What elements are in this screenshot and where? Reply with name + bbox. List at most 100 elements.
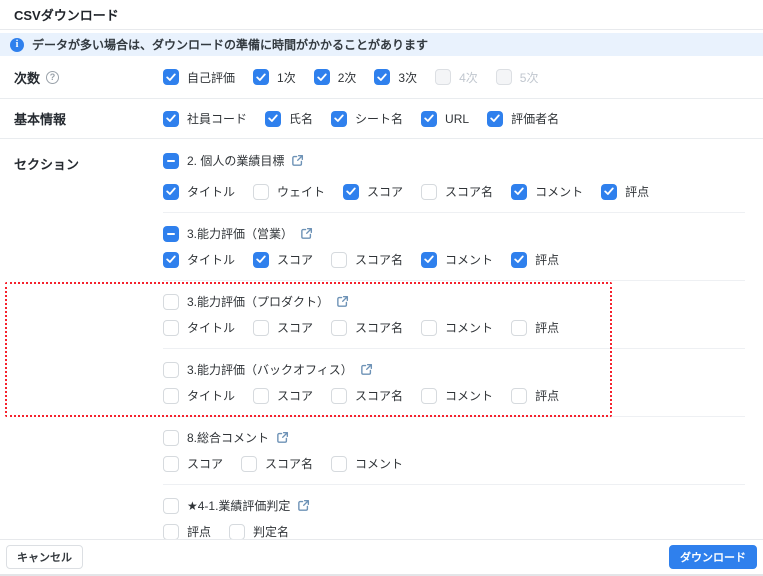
option-checkbox[interactable]: タイトル (163, 251, 235, 268)
checkbox-box[interactable] (163, 387, 179, 404)
section-checkbox[interactable] (163, 225, 179, 242)
checkbox-box (435, 69, 452, 85)
option-checkbox[interactable]: スコア名 (241, 455, 313, 472)
section-checkbox[interactable] (163, 497, 179, 514)
checkbox-box[interactable] (331, 387, 348, 404)
cancel-button[interactable]: キャンセル (6, 545, 83, 569)
checkbox-box[interactable] (331, 319, 348, 336)
checkbox-box[interactable] (163, 497, 179, 514)
section-header: 8.総合コメント (163, 429, 745, 446)
checkbox-box[interactable] (253, 319, 270, 336)
checkbox-box[interactable] (163, 455, 179, 472)
checkbox-box[interactable] (163, 183, 179, 200)
section-checkbox[interactable] (163, 361, 179, 378)
help-icon[interactable]: ? (46, 70, 60, 84)
checkbox-box[interactable] (421, 183, 438, 200)
section-checkbox[interactable] (163, 429, 179, 446)
option-checkbox[interactable]: 評点 (511, 251, 559, 268)
option-checkbox[interactable]: 評点 (163, 523, 211, 540)
option-checkbox[interactable]: 社員コード (163, 110, 247, 127)
option-checkbox[interactable]: 評点 (511, 387, 559, 404)
row-label-text: セクション (14, 157, 80, 172)
checkbox-box[interactable] (163, 152, 179, 169)
external-link-icon[interactable] (300, 227, 313, 240)
option-checkbox[interactable]: 判定名 (229, 523, 289, 540)
checkbox-box[interactable] (421, 319, 438, 336)
option-checkbox[interactable]: 評点 (601, 183, 649, 200)
option-checkbox[interactable]: スコア (253, 251, 313, 268)
checkbox-box[interactable] (163, 293, 179, 310)
dialog-title: CSVダウンロード (14, 8, 119, 23)
option-checkbox[interactable]: ウェイト (253, 183, 325, 200)
checkbox-box[interactable] (163, 523, 179, 540)
option-checkbox[interactable]: コメント (421, 251, 493, 268)
checkbox-box[interactable] (163, 319, 179, 336)
option-checkbox[interactable]: スコア (163, 455, 223, 472)
option-checkbox[interactable]: コメント (421, 319, 493, 336)
checkbox-box[interactable] (163, 361, 179, 378)
option-checkbox[interactable]: 3次 (374, 69, 417, 86)
checkbox-box[interactable] (511, 319, 528, 336)
option-checkbox[interactable]: タイトル (163, 183, 235, 200)
option-checkbox[interactable]: タイトル (163, 387, 235, 404)
option-checkbox[interactable]: スコア (343, 183, 403, 200)
checkbox-box[interactable] (163, 251, 179, 268)
option-checkbox[interactable]: スコア名 (331, 251, 403, 268)
checkbox-box[interactable] (241, 455, 258, 472)
option-checkbox[interactable]: スコア (253, 319, 313, 336)
external-link-icon[interactable] (276, 431, 289, 444)
external-link-icon[interactable] (360, 363, 373, 376)
option-checkbox[interactable]: スコア名 (421, 183, 493, 200)
option-checkbox[interactable]: スコア名 (331, 319, 403, 336)
option-checkbox[interactable]: 自己評価 (163, 69, 235, 86)
option-checkbox[interactable]: 2次 (313, 69, 356, 86)
option-checkbox[interactable]: シート名 (331, 110, 403, 127)
option-checkbox[interactable]: 評点 (511, 319, 559, 336)
option-checkbox[interactable]: 氏名 (265, 110, 313, 127)
checkbox-label: コメント (445, 253, 494, 267)
checkbox-box[interactable] (331, 110, 348, 127)
checkbox-box[interactable] (163, 225, 179, 242)
row-label: セクション (14, 139, 163, 173)
option-checkbox[interactable]: URL (421, 110, 469, 127)
option-checkbox[interactable]: スコア (253, 387, 313, 404)
external-link-icon[interactable] (291, 154, 304, 167)
checkbox-box[interactable] (331, 455, 348, 472)
option-checkbox[interactable]: スコア名 (331, 387, 403, 404)
checkbox-box[interactable] (511, 387, 528, 404)
option-checkbox[interactable]: 1次 (253, 69, 296, 86)
row-basic-info: 基本情報 社員コード 氏名 シート名 URL 評価者名 (0, 99, 763, 139)
option-checkbox[interactable]: コメント (331, 455, 403, 472)
checkbox-box[interactable] (343, 183, 360, 200)
checkbox-box[interactable] (253, 251, 270, 268)
external-link-icon[interactable] (336, 295, 349, 308)
checkbox-box[interactable] (331, 251, 348, 268)
checkbox-box[interactable] (601, 183, 618, 200)
checkbox-box[interactable] (163, 69, 179, 85)
checkbox-box[interactable] (229, 523, 246, 540)
checkbox-box[interactable] (163, 110, 179, 127)
checkbox-box[interactable] (253, 387, 270, 404)
checkbox-box[interactable] (421, 251, 438, 268)
checkbox-box[interactable] (253, 183, 270, 200)
checkbox-box[interactable] (163, 429, 179, 446)
checkbox-label: 評点 (535, 389, 560, 403)
option-checkbox[interactable]: 評価者名 (487, 110, 559, 127)
checkbox-box[interactable] (487, 110, 504, 127)
checkbox-box[interactable] (374, 69, 391, 85)
checkbox-box[interactable] (511, 251, 528, 268)
external-link-icon[interactable] (297, 499, 310, 512)
option-checkbox[interactable]: タイトル (163, 319, 235, 336)
checkbox-box[interactable] (265, 110, 282, 127)
checkbox-box[interactable] (253, 69, 270, 85)
section-checkbox[interactable] (163, 293, 179, 310)
option-checkbox[interactable]: コメント (511, 183, 583, 200)
download-button[interactable]: ダウンロード (669, 545, 757, 569)
row-evaluation-rounds: 次数 ? 自己評価 1次 2次 3次 4次 5次 (0, 56, 763, 99)
section-checkbox[interactable] (163, 152, 179, 169)
option-checkbox[interactable]: コメント (421, 387, 493, 404)
checkbox-box[interactable] (421, 387, 438, 404)
checkbox-box[interactable] (511, 183, 528, 200)
checkbox-box[interactable] (421, 110, 438, 127)
checkbox-box[interactable] (313, 69, 330, 85)
